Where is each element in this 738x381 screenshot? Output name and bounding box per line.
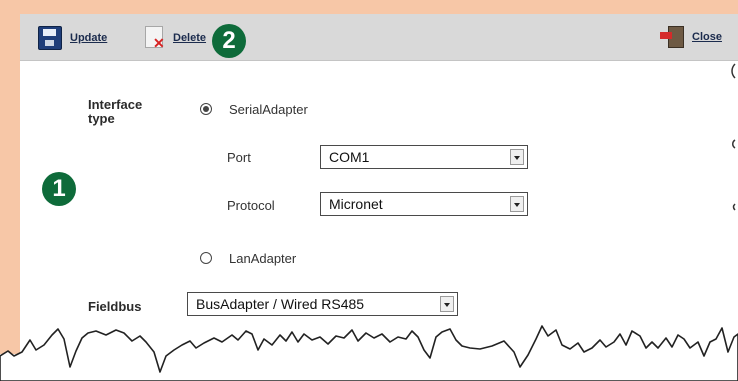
- update-button[interactable]: Update: [38, 26, 107, 50]
- port-label: Port: [227, 150, 251, 165]
- port-value: COM1: [329, 149, 370, 165]
- window-top-border: [0, 0, 738, 14]
- torn-paper-edge: [0, 325, 738, 381]
- toolbar: Update ✕ Delete Close: [20, 14, 738, 61]
- protocol-select[interactable]: Micronet: [320, 192, 528, 216]
- fieldbus-value: BusAdapter / Wired RS485: [196, 296, 365, 312]
- delete-icon: ✕: [143, 26, 165, 50]
- lanadapter-radio[interactable]: [200, 252, 212, 264]
- close-label: Close: [692, 31, 722, 43]
- serialadapter-radio[interactable]: [200, 103, 212, 115]
- protocol-value: Micronet: [329, 196, 383, 212]
- exit-door-icon: [660, 26, 684, 48]
- chevron-down-icon[interactable]: [510, 196, 524, 212]
- port-select[interactable]: COM1: [320, 145, 528, 169]
- update-label: Update: [70, 32, 108, 44]
- chevron-down-icon[interactable]: [440, 296, 454, 312]
- serialadapter-label: SerialAdapter: [229, 102, 308, 117]
- protocol-label: Protocol: [227, 198, 275, 213]
- delete-label: Delete: [173, 32, 207, 44]
- chevron-down-icon[interactable]: [510, 149, 524, 165]
- callout-badge-1: 1: [42, 172, 76, 206]
- radio-selected-dot: [203, 106, 209, 112]
- delete-button[interactable]: ✕ Delete: [143, 26, 206, 50]
- right-edge-marks: [731, 63, 736, 211]
- lanadapter-label: LanAdapter: [229, 251, 297, 266]
- callout-badge-2: 2: [212, 24, 246, 58]
- save-icon: [38, 26, 62, 50]
- left-accent-strip: [0, 14, 20, 354]
- close-button[interactable]: Close: [660, 26, 722, 48]
- interface-type-label: Interface type: [88, 97, 143, 126]
